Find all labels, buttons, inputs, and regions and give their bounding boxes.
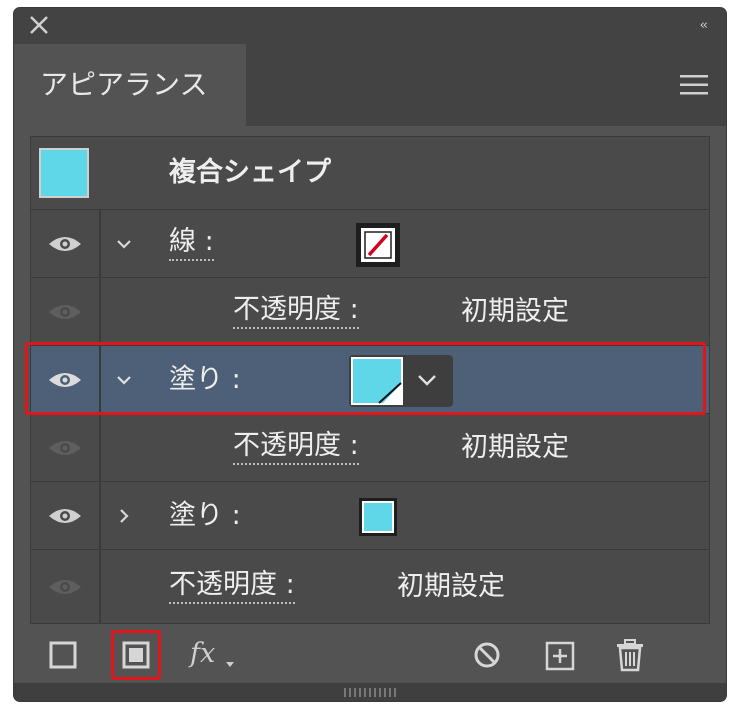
delete-item-icon[interactable]: [614, 638, 646, 672]
close-icon[interactable]: [28, 14, 50, 36]
appearance-panel: ‹‹ アピアランス 複合シェイプ 線: 不透明度: 初期設定 塗り: 不透…: [14, 8, 726, 701]
visibility-eye-icon[interactable]: [47, 303, 83, 321]
visibility-cell: [31, 550, 101, 624]
opacity-label[interactable]: 不透明度 :: [233, 293, 359, 329]
fill-opacity-row[interactable]: 不透明度 : 初期設定: [31, 413, 709, 482]
opacity-label[interactable]: 不透明度 :: [233, 429, 359, 465]
visibility-eye-icon[interactable]: [47, 578, 83, 596]
visibility-eye-icon[interactable]: [47, 235, 83, 253]
collapse-panel-icon[interactable]: ‹‹: [700, 18, 709, 33]
object-opacity-row[interactable]: 不透明度 : 初期設定: [31, 549, 709, 624]
panel-menu-icon[interactable]: [680, 74, 708, 96]
visibility-cell: [31, 278, 101, 346]
fx-icon[interactable]: fx: [190, 638, 215, 669]
stroke-none-swatch[interactable]: [355, 222, 401, 268]
visibility-cell: [31, 482, 101, 550]
opacity-value: 初期設定: [461, 432, 569, 463]
stroke-opacity-row[interactable]: 不透明度 : 初期設定: [31, 277, 709, 346]
chevron-right-icon[interactable]: [115, 507, 133, 525]
add-fill-icon[interactable]: [121, 640, 151, 670]
clear-appearance-icon[interactable]: [472, 640, 502, 670]
stroke-row[interactable]: 線 :: [31, 209, 709, 278]
object-thumbnail: [39, 148, 89, 198]
selection-highlight-frame: [25, 342, 706, 415]
fill-color-swatch[interactable]: [359, 498, 397, 536]
visibility-eye-icon[interactable]: [47, 507, 83, 525]
visibility-cell: [31, 414, 101, 482]
footer-toolbar: fx: [14, 628, 726, 683]
opacity-value: 初期設定: [461, 296, 569, 327]
fill-row[interactable]: 塗り :: [31, 481, 709, 550]
duplicate-item-icon[interactable]: [544, 640, 576, 672]
tab-appearance[interactable]: アピアランス: [14, 44, 246, 126]
object-type-label: 複合シェイプ: [169, 157, 331, 188]
opacity-value: 初期設定: [397, 571, 505, 602]
add-stroke-icon[interactable]: [48, 640, 78, 670]
stroke-label[interactable]: 線 :: [169, 225, 214, 261]
opacity-label[interactable]: 不透明度 :: [169, 568, 295, 604]
resize-grip[interactable]: [14, 683, 726, 701]
tab-strip: アピアランス: [14, 44, 726, 126]
fx-dropdown-arrow-icon: [226, 662, 234, 667]
chevron-down-icon[interactable]: [115, 235, 133, 253]
grip-handle-icon[interactable]: [344, 688, 396, 697]
panel-titlebar: ‹‹: [14, 8, 726, 44]
visibility-cell: [31, 210, 101, 278]
fill-label[interactable]: 塗り :: [169, 497, 241, 535]
visibility-eye-icon[interactable]: [47, 439, 83, 457]
object-header-row: 複合シェイプ: [31, 137, 709, 209]
